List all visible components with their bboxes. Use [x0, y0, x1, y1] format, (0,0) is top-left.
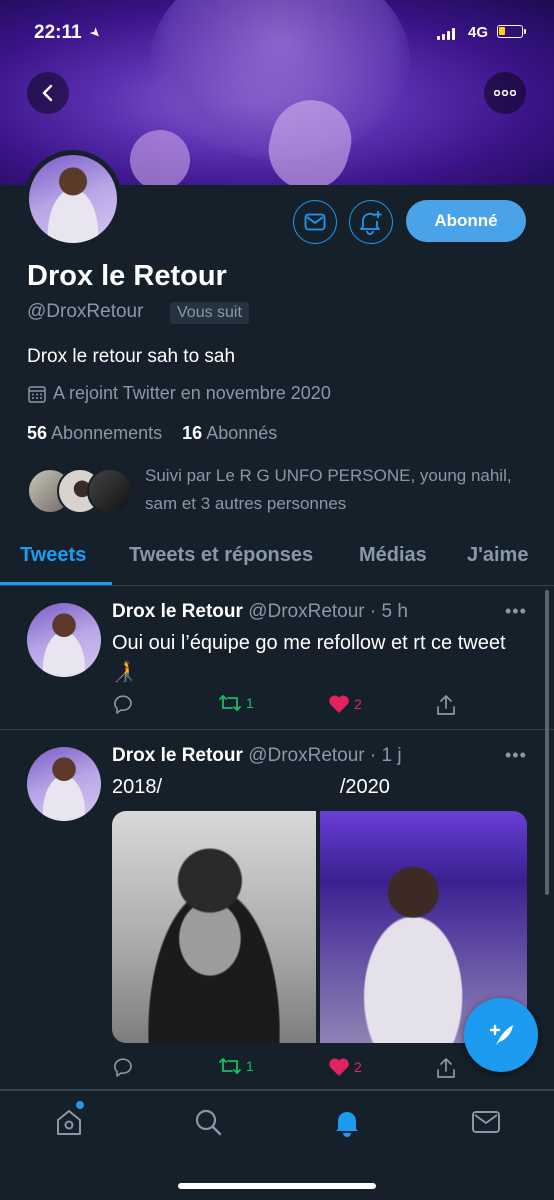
- heart-icon: [329, 695, 349, 713]
- more-options-button[interactable]: [484, 72, 526, 114]
- profile-tabs: Tweets Tweets et réponses Médias J'aime: [0, 530, 554, 586]
- tweet-meta: @DroxRetour · 5 h: [248, 601, 408, 622]
- more-horizontal-icon: [494, 90, 516, 96]
- tab-tweets[interactable]: Tweets: [20, 544, 86, 567]
- like-count: 2: [354, 1059, 362, 1075]
- location-arrow-icon: ➤: [86, 23, 105, 42]
- bell-plus-icon: [360, 211, 382, 235]
- profile-handle: @DroxRetour: [27, 301, 144, 322]
- nav-messages[interactable]: [470, 1106, 502, 1138]
- status-bar: 22:11 ➤ 4G: [0, 0, 554, 64]
- retweet-button[interactable]: 1: [218, 1057, 254, 1075]
- scrollbar[interactable]: [545, 590, 549, 895]
- tab-tweets-replies[interactable]: Tweets et réponses: [129, 544, 313, 567]
- tweet-more-icon[interactable]: •••: [505, 745, 527, 766]
- bell-icon: [336, 1112, 358, 1137]
- like-button[interactable]: 2: [328, 1057, 362, 1077]
- tweet-avatar[interactable]: [27, 603, 101, 677]
- profile-stats: 56 Abonnements 16 Abonnés: [27, 423, 277, 444]
- follower-avatar: [87, 468, 133, 514]
- tweet-photo-2018[interactable]: [112, 811, 316, 1043]
- tweet-text: Oui oui l’équipe go me refollow et rt ce…: [112, 632, 506, 683]
- bottom-navigation: [0, 1090, 554, 1200]
- reply-button[interactable]: [112, 694, 134, 714]
- reply-icon: [114, 695, 132, 714]
- reply-button[interactable]: [112, 1057, 134, 1077]
- nav-notifications[interactable]: [331, 1106, 363, 1138]
- tweet-more-icon[interactable]: •••: [505, 601, 527, 622]
- profile-name: Drox le Retour: [27, 260, 227, 292]
- following-count: 56: [27, 423, 48, 443]
- tweet-actions: 1 2: [112, 1057, 472, 1081]
- tweet-header: Drox le Retour @DroxRetour · 5 h: [112, 601, 408, 623]
- home-icon: [57, 1110, 81, 1135]
- followed-by-text: Suivi par Le R G UNFO PERSONE, young nah…: [145, 466, 512, 513]
- following-label: Abonnements: [51, 423, 163, 443]
- joined-date: A rejoint Twitter en novembre 2020: [27, 383, 331, 404]
- back-button[interactable]: [27, 72, 69, 114]
- nav-home[interactable]: [53, 1106, 85, 1138]
- status-time: 22:11: [34, 22, 82, 43]
- banner-photo-hand: [121, 121, 199, 185]
- home-indicator: [178, 1183, 376, 1189]
- tweet-actions: 1 2: [112, 694, 472, 718]
- tweet-author-name: Drox le Retour: [112, 745, 243, 766]
- calendar-icon: [28, 385, 46, 403]
- share-button[interactable]: [436, 694, 456, 716]
- compose-icon: [489, 1024, 513, 1045]
- followed-by-row[interactable]: Suivi par Le R G UNFO PERSONE, young nah…: [27, 462, 547, 518]
- tweet-media[interactable]: [112, 811, 527, 1043]
- retweet-icon: [219, 695, 241, 711]
- home-unread-dot: [76, 1101, 84, 1109]
- tweet-avatar[interactable]: [27, 747, 101, 821]
- heart-icon: [329, 1058, 349, 1076]
- tweet-author-name: Drox le Retour: [112, 601, 243, 622]
- tab-likes[interactable]: J'aime: [467, 544, 528, 567]
- network-type: 4G: [468, 24, 489, 41]
- following-button[interactable]: Abonné: [406, 200, 526, 242]
- retweet-count: 1: [246, 695, 254, 711]
- nav-search[interactable]: [192, 1106, 224, 1138]
- retweet-button[interactable]: 1: [218, 694, 254, 712]
- message-button[interactable]: [293, 200, 337, 244]
- like-button[interactable]: 2: [328, 694, 362, 714]
- follows-you-badge: Vous suit: [170, 302, 249, 324]
- following-stat[interactable]: 56 Abonnements: [27, 423, 162, 443]
- notify-button[interactable]: [349, 200, 393, 244]
- reply-icon: [114, 1058, 132, 1077]
- share-icon: [437, 695, 455, 715]
- compose-tweet-button[interactable]: [464, 998, 538, 1072]
- tab-media[interactable]: Médias: [359, 544, 427, 567]
- tweet-header: Drox le Retour @DroxRetour · 1 j: [112, 745, 402, 767]
- followers-label: Abonnés: [206, 423, 278, 443]
- joined-text: A rejoint Twitter en novembre 2020: [53, 383, 331, 403]
- tweet-text: 2018/ /2020: [112, 776, 390, 798]
- profile-avatar[interactable]: [24, 150, 122, 248]
- profile-bio: Drox le retour sah to sah: [27, 346, 236, 367]
- followers-stat[interactable]: 16 Abonnés: [182, 423, 277, 443]
- mail-icon: [472, 1111, 500, 1133]
- active-tab-indicator: [0, 582, 112, 585]
- followers-count: 16: [182, 423, 203, 443]
- battery-icon: [497, 25, 526, 38]
- tweet[interactable]: Drox le Retour @DroxRetour · 5 h ••• Oui…: [0, 587, 554, 730]
- mail-icon: [304, 213, 326, 231]
- like-count: 2: [354, 696, 362, 712]
- search-icon: [195, 1109, 222, 1136]
- share-button[interactable]: [436, 1057, 456, 1079]
- signal-icon: [437, 28, 455, 40]
- tweet-meta: @DroxRetour · 1 j: [248, 745, 402, 766]
- chevron-left-icon: [42, 84, 53, 102]
- share-icon: [437, 1058, 455, 1078]
- retweet-count: 1: [246, 1058, 254, 1074]
- retweet-icon: [219, 1058, 241, 1074]
